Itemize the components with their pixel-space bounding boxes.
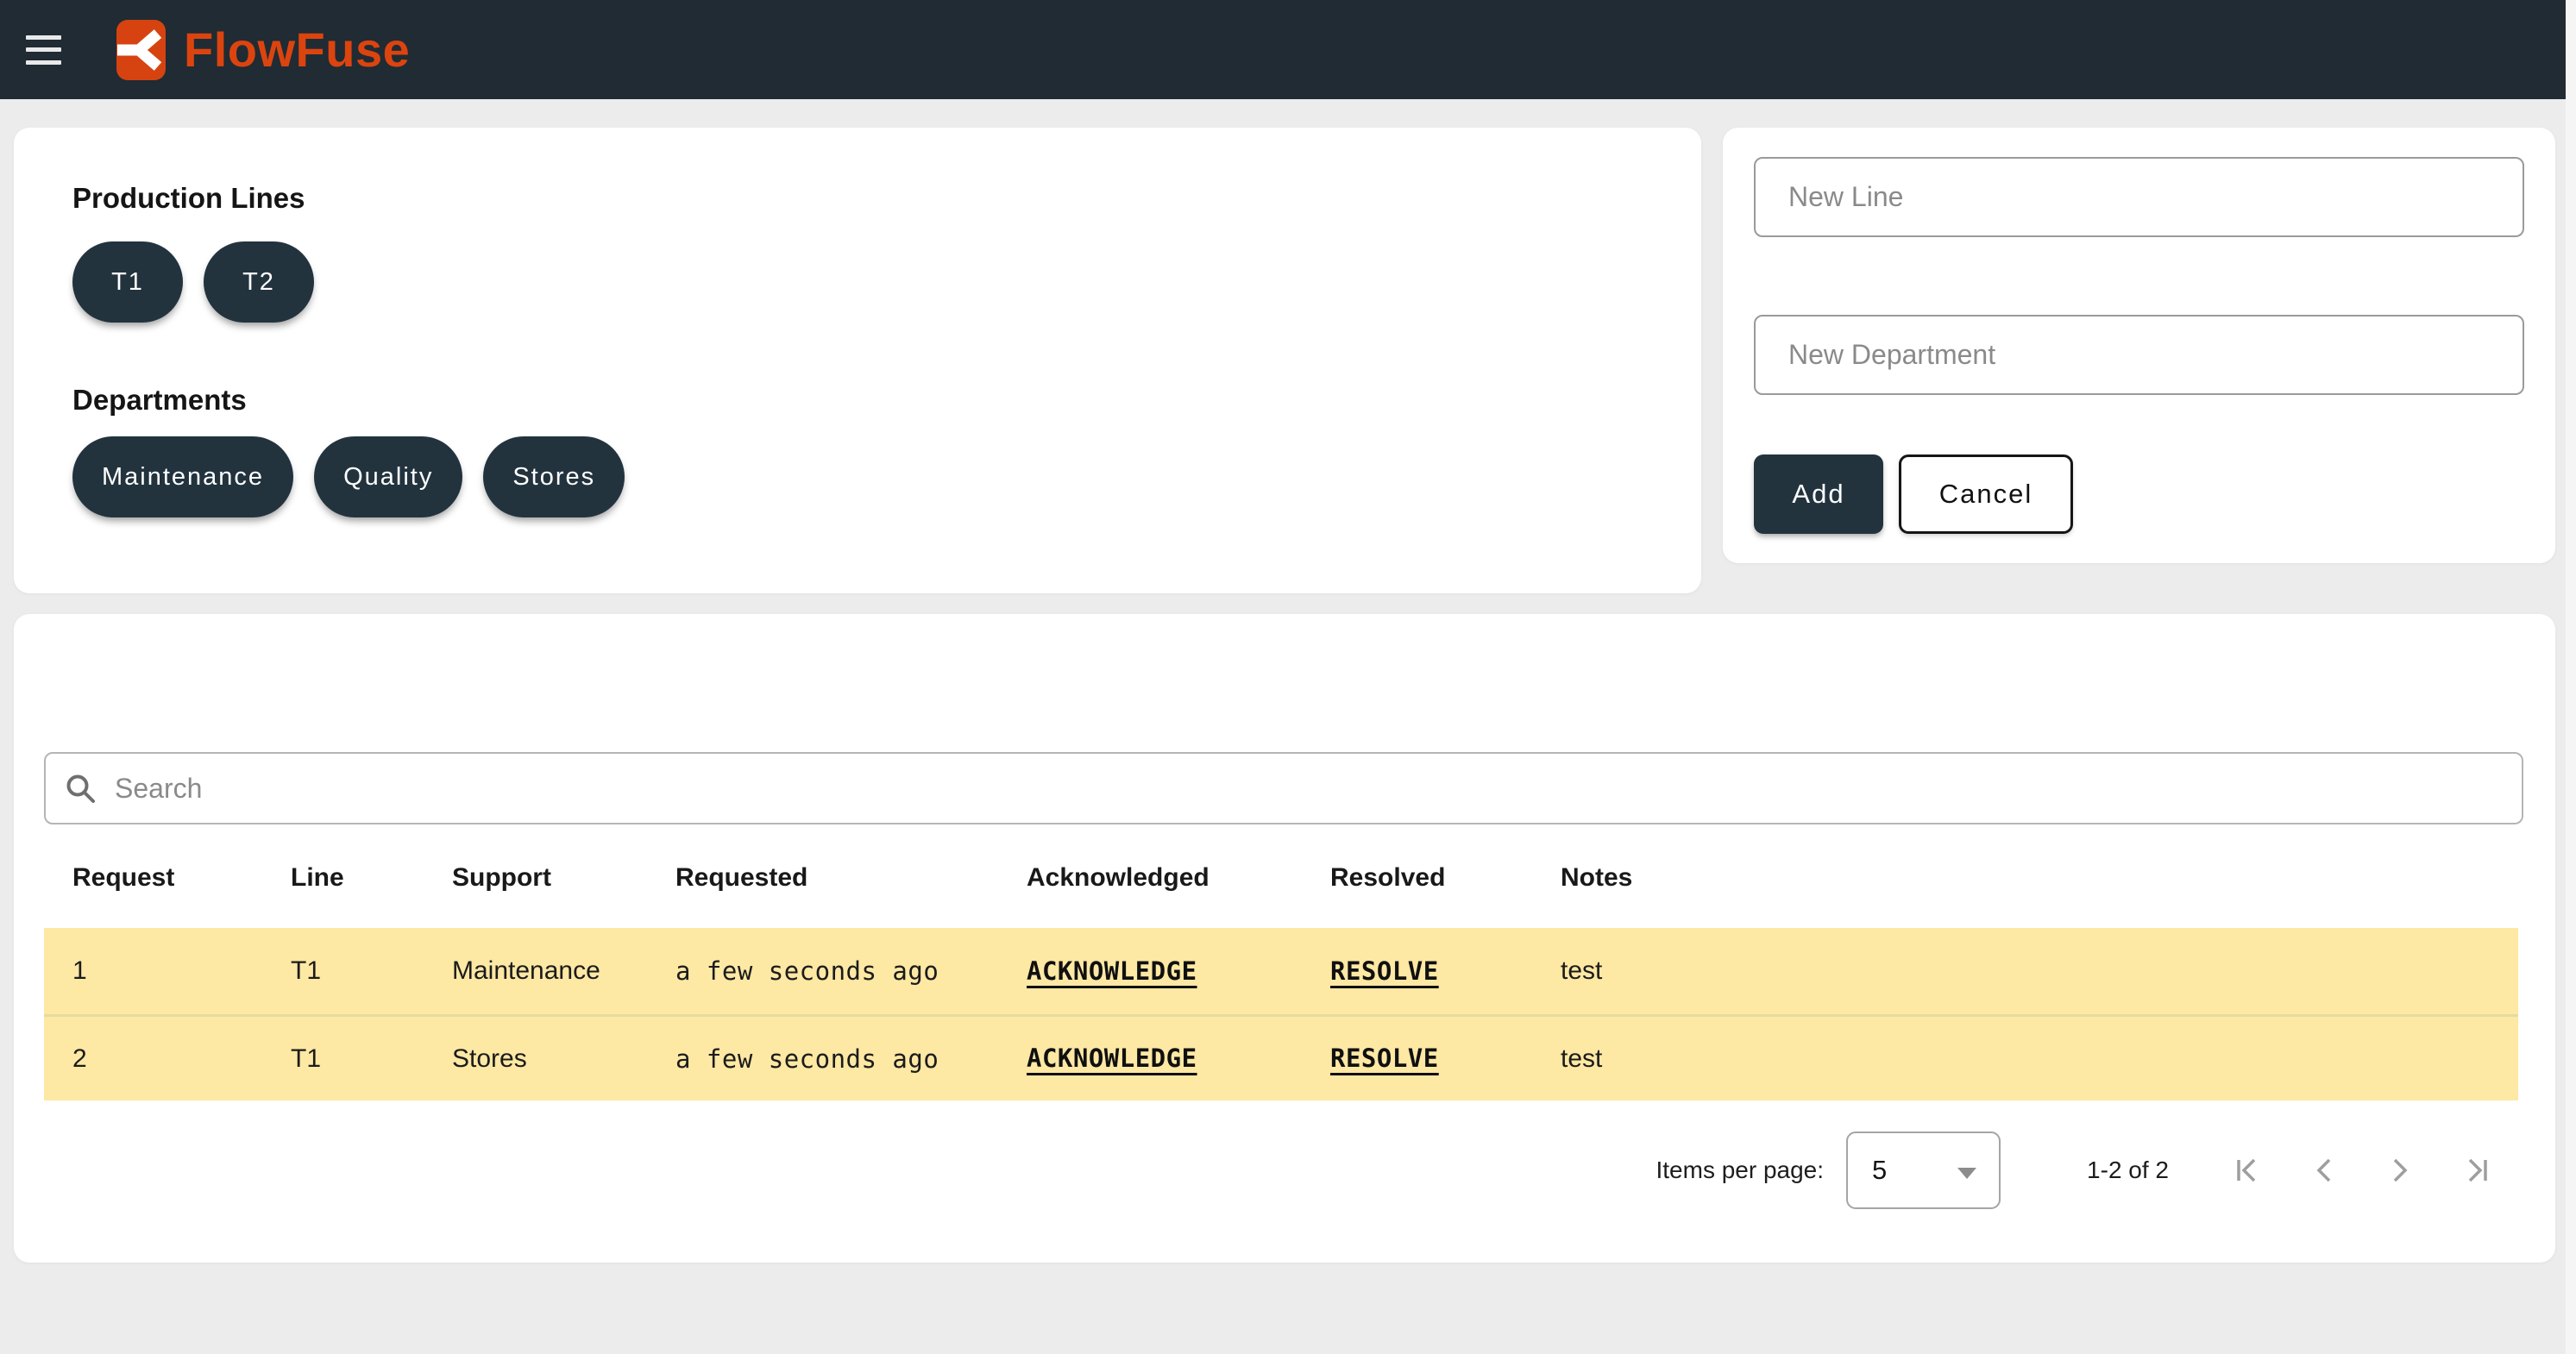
cell-support: Maintenance [452,956,675,986]
filters-panel: Production Lines T1 T2 Departments Maint… [14,128,1701,593]
next-page-icon[interactable] [2383,1153,2417,1188]
column-header-notes: Notes [1561,863,2518,893]
column-header-line: Line [291,863,452,893]
column-header-support: Support [452,863,675,893]
last-page-icon[interactable] [2459,1153,2493,1188]
pagination-range-label: 1-2 of 2 [2087,1157,2169,1184]
column-header-acknowledged: Acknowledged [1027,863,1330,893]
cell-request: 2 [72,1044,291,1074]
hamburger-menu-icon[interactable] [26,35,61,65]
search-input[interactable] [44,752,2523,824]
departments-title: Departments [72,383,1701,417]
resolve-link[interactable]: RESOLVE [1330,956,1439,986]
cell-line: T1 [291,956,452,986]
cell-requested: a few seconds ago [675,1044,1027,1074]
table-header-row: Request Line Support Requested Acknowled… [44,845,2518,911]
cell-request: 1 [72,956,291,986]
requests-panel: Request Line Support Requested Acknowled… [14,614,2555,1263]
scrollbar-track[interactable] [2566,0,2576,1354]
line-button-t2[interactable]: T2 [204,241,314,323]
cell-notes: test [1561,956,2518,986]
department-button-stores[interactable]: Stores [483,436,625,517]
previous-page-icon[interactable] [2307,1153,2341,1188]
cell-support: Stores [452,1044,675,1074]
department-button-maintenance[interactable]: Maintenance [72,436,293,517]
logo-text: FlowFuse [184,22,410,78]
pagination-buttons [2231,1153,2493,1188]
cancel-button[interactable]: Cancel [1899,454,2073,534]
department-button-quality[interactable]: Quality [314,436,462,517]
cell-notes: test [1561,1044,2518,1074]
items-per-page-value: 5 [1872,1155,1887,1186]
add-button[interactable]: Add [1754,454,1883,534]
departments-row: Maintenance Quality Stores [72,436,1701,517]
production-lines-row: T1 T2 [72,241,1701,323]
table-row: 2 T1 Stores a few seconds ago ACKNOWLEDG… [44,1014,2518,1100]
table-row: 1 T1 Maintenance a few seconds ago ACKNO… [44,928,2518,1014]
cell-requested: a few seconds ago [675,956,1027,986]
app-bar: FlowFuse [0,0,2576,99]
items-per-page-select[interactable]: 5 [1846,1131,2001,1209]
resolve-link[interactable]: RESOLVE [1330,1044,1439,1073]
new-line-input[interactable] [1754,157,2524,237]
acknowledge-link[interactable]: ACKNOWLEDGE [1027,1044,1197,1073]
acknowledge-link[interactable]: ACKNOWLEDGE [1027,956,1197,986]
flowfuse-logo: FlowFuse [116,20,410,80]
cell-line: T1 [291,1044,452,1074]
table-body: 1 T1 Maintenance a few seconds ago ACKNO… [44,928,2518,1100]
line-button-t1[interactable]: T1 [72,241,183,323]
form-buttons-row: Add Cancel [1754,454,2524,534]
flowfuse-logo-icon [116,20,166,80]
first-page-icon[interactable] [2231,1153,2265,1188]
items-per-page-label: Items per page: [1656,1157,1824,1184]
column-header-request: Request [72,863,291,893]
column-header-requested: Requested [675,863,1027,893]
search-bar [44,752,2523,824]
column-header-resolved: Resolved [1330,863,1561,893]
chevron-down-icon [1957,1168,1976,1179]
new-department-input[interactable] [1754,315,2524,395]
search-icon [65,773,96,804]
page: FlowFuse Production Lines T1 T2 Departme… [0,0,2576,1354]
add-form-panel: Add Cancel [1723,128,2555,563]
production-lines-title: Production Lines [72,181,1701,216]
pagination-bar: Items per page: 5 1-2 of 2 [14,1131,2555,1209]
